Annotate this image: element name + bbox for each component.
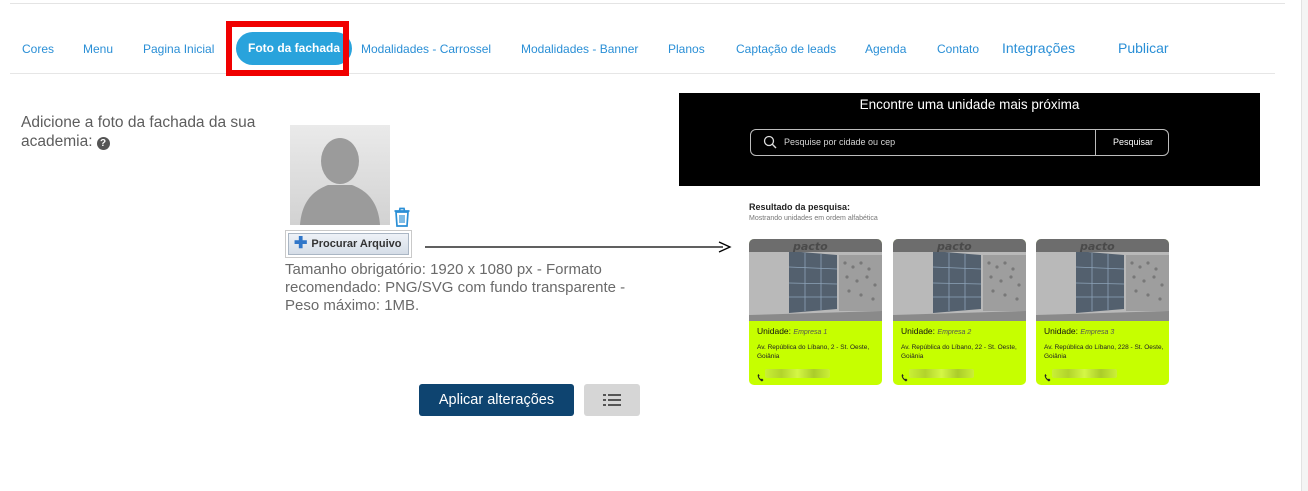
blurred-phone-number: [765, 369, 830, 378]
preview-unit-card: pacto Unidade: Empresa 2 Av. República d…: [893, 239, 1026, 385]
facade-photo-preview: [290, 125, 390, 225]
facade-brand-text: pacto: [792, 240, 828, 253]
tab-planos[interactable]: Planos: [668, 42, 705, 56]
website-preview: Encontre uma unidade mais próxima Pesqui…: [679, 93, 1260, 393]
preview-results-title: Resultado da pesquisa:: [749, 202, 851, 212]
preview-search-bar: Pesquise por cidade ou cep Pesquisar: [750, 129, 1169, 156]
blurred-phone-number: [1052, 369, 1117, 378]
tab-cores[interactable]: Cores: [22, 42, 54, 56]
top-divider: [10, 3, 1285, 4]
preview-unit-name: Unidade: Empresa 1: [757, 326, 827, 336]
tab-pagina-inicial[interactable]: Pagina Inicial: [143, 42, 214, 56]
tab-contato[interactable]: Contato: [937, 42, 979, 56]
preview-unit-value: Empresa 3: [1080, 329, 1115, 336]
phone-icon: [1044, 369, 1051, 385]
tab-publicar[interactable]: Publicar: [1118, 40, 1169, 56]
active-tab-highlight: [226, 21, 349, 76]
preview-unit-address: Av. República do Líbano, 22 - St. Oeste,…: [901, 344, 1017, 360]
preview-results-subtitle: Mostrando unidades em ordem alfabética: [749, 215, 878, 222]
preview-search-placeholder: Pesquise por cidade ou cep: [784, 137, 896, 147]
preview-unit-value: Empresa 1: [793, 329, 828, 336]
blurred-phone-number: [909, 369, 974, 378]
tab-agenda[interactable]: Agenda: [865, 42, 906, 56]
preview-unit-label: Unidade:: [1044, 326, 1079, 336]
tab-menu[interactable]: Menu: [83, 42, 113, 56]
facade-photo: pacto: [749, 239, 882, 321]
upload-requirements-hint: Tamanho obrigatório: 1920 x 1080 px - Fo…: [285, 261, 626, 314]
phone-icon: [757, 369, 764, 385]
preview-title: Encontre uma unidade mais próxima: [859, 97, 1080, 112]
preview-unit-name: Unidade: Empresa 3: [1044, 326, 1114, 336]
preview-unit-card: pacto Unidade: Empresa 3 Av. República d…: [1036, 239, 1169, 385]
photo-field-label-text: Adicione a foto da fachada da sua academ…: [21, 114, 256, 150]
preview-unit-value: Empresa 2: [937, 329, 972, 336]
search-icon: [763, 135, 777, 154]
trash-icon[interactable]: [393, 207, 411, 232]
preview-unit-name: Unidade: Empresa 2: [901, 326, 971, 336]
tab-bar: Cores Menu Pagina Inicial Foto da fachad…: [10, 28, 1275, 74]
preview-unit-label: Unidade:: [901, 326, 936, 336]
user-silhouette-icon: [300, 138, 380, 225]
tab-captacao-de-leads[interactable]: Captação de leads: [736, 42, 836, 56]
preview-search-banner: Encontre uma unidade mais próxima Pesqui…: [679, 93, 1260, 186]
list-view-button[interactable]: [584, 384, 640, 416]
apply-changes-button[interactable]: Aplicar alterações: [419, 384, 574, 416]
list-icon: [603, 394, 621, 406]
browse-file-button[interactable]: ✚ Procurar Arquivo: [288, 233, 409, 255]
preview-search-button: Pesquisar: [1112, 137, 1154, 147]
preview-unit-label: Unidade:: [757, 326, 792, 336]
tab-modalidades-carrossel[interactable]: Modalidades - Carrossel: [361, 42, 491, 56]
facade-brand-text: pacto: [936, 240, 972, 253]
file-upload-control: ✚ Procurar Arquivo: [285, 230, 412, 258]
preview-unit-card: pacto Unidade: Empresa 1 Av. República d…: [749, 239, 882, 385]
question-circle-icon[interactable]: ?: [96, 137, 110, 150]
photo-field-label: Adicione a foto da fachada da sua academ…: [21, 113, 256, 151]
preview-unit-address: Av. República do Líbano, 2 - St. Oeste, …: [757, 344, 870, 360]
facade-photo: pacto: [1036, 239, 1169, 321]
facade-brand-text: pacto: [1079, 240, 1115, 253]
tab-integracoes[interactable]: Integrações: [1002, 40, 1075, 56]
plus-icon: ✚: [294, 235, 308, 252]
tab-modalidades-banner[interactable]: Modalidades - Banner: [521, 42, 638, 56]
facade-photo: pacto: [893, 239, 1026, 321]
vertical-scrollbar[interactable]: [1301, 0, 1308, 491]
phone-icon: [901, 369, 908, 385]
preview-unit-address: Av. República do Líbano, 228 - St. Oeste…: [1044, 344, 1164, 360]
browse-file-label: Procurar Arquivo: [311, 238, 402, 250]
